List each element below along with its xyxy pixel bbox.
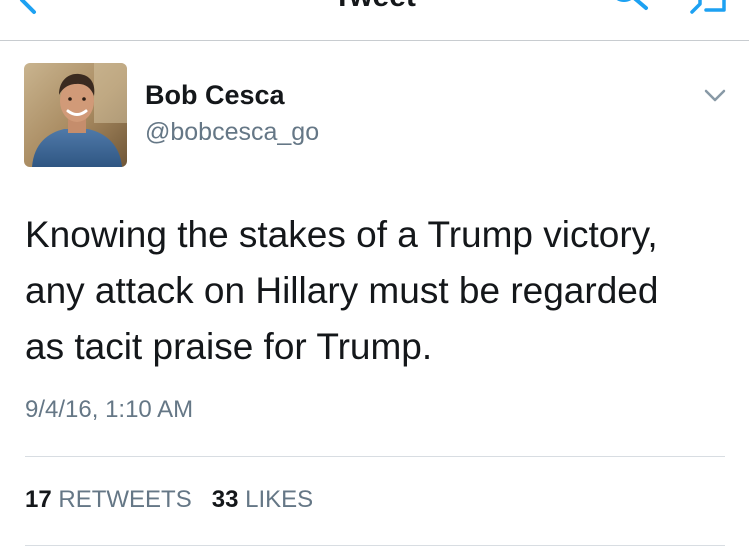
tweet-timestamp: 9/4/16, 1:10 AM — [25, 396, 194, 423]
divider — [25, 545, 725, 546]
engagement-stats: 17 RETWEETS 33 LIKES — [25, 486, 313, 514]
likes-stat[interactable]: 33 LIKES — [212, 486, 313, 513]
author-handle[interactable]: @bobcesca_go — [145, 118, 319, 147]
likes-count: 33 — [211, 486, 239, 513]
retweets-label: RETWEETS — [58, 486, 192, 513]
retweets-count: 17 — [25, 486, 52, 513]
likes-label: LIKES — [245, 486, 314, 513]
search-icon[interactable] — [606, 0, 652, 18]
tweet-text: Knowing the stakes of a Trump victory, a… — [25, 207, 725, 375]
retweets-stat[interactable]: 17 RETWEETS — [25, 486, 198, 513]
tweet-text-line: any attack on Hillary must be regarded — [25, 270, 659, 311]
profile-photo — [24, 63, 127, 167]
navigation-bar: Tweet — [0, 0, 749, 41]
author-name[interactable]: Bob Cesca — [145, 80, 285, 111]
tweet-text-line: Knowing the stakes of a Trump victory, — [25, 214, 658, 255]
tweet-text-line: as tacit praise for Trump. — [25, 326, 433, 367]
avatar[interactable] — [24, 63, 127, 167]
chevron-down-icon[interactable] — [704, 88, 726, 104]
divider — [25, 456, 725, 457]
compose-icon[interactable] — [686, 0, 730, 18]
